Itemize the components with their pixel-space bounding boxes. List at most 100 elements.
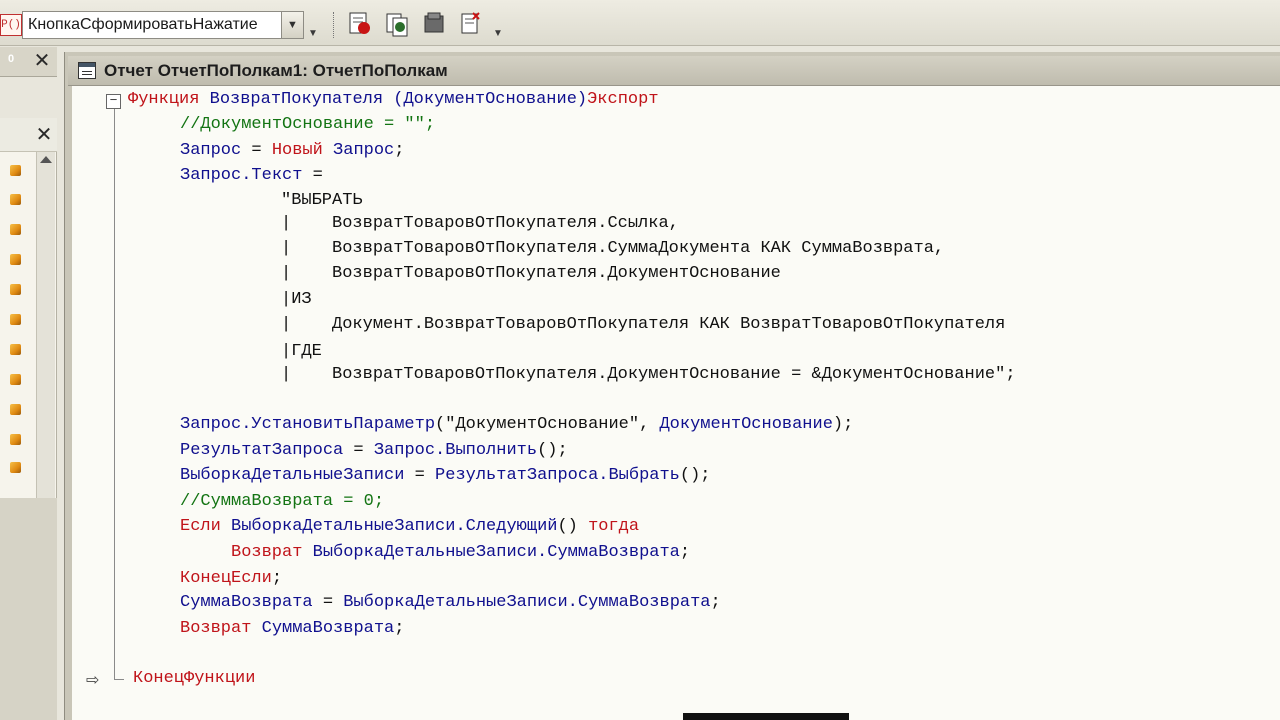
object-cube-icon[interactable] (10, 165, 21, 176)
code-token: ; (271, 569, 283, 588)
code-line[interactable]: Возврат ВыборкаДетальныеЗаписи.СуммаВозв… (231, 543, 690, 563)
procedure-selector-value: КнопкаСформироватьНажатие (28, 16, 258, 33)
code-line[interactable]: Запрос.УстановитьПараметр("ДокументОснов… (180, 415, 853, 435)
code-token: | ВозвратТоваровОтПокупателя.Ссылка, (281, 214, 679, 233)
chevron-down-icon[interactable]: ▼ (281, 12, 303, 38)
toggle-breakpoint-button[interactable] (383, 10, 411, 38)
add-breakpoint-button[interactable] (345, 10, 373, 38)
code-token: РезультатЗапроса (180, 441, 344, 460)
code-token: ); (832, 415, 854, 434)
toolbar: P() КнопкаСформироватьНажатие ▼ ▼ ▼ (0, 0, 1280, 46)
left-dock-empty-area (0, 498, 57, 720)
code-token: Запрос (180, 141, 242, 160)
code-line[interactable]: | ВозвратТоваровОтПокупателя.СуммаДокуме… (281, 239, 944, 259)
object-cube-icon[interactable] (10, 344, 21, 355)
window-title: Отчет ОтчетПоПолкам1: ОтчетПоПолкам (104, 61, 448, 80)
object-cube-icon[interactable] (10, 434, 21, 445)
toolbar-dropdown-arrow-icon[interactable]: ▼ (308, 28, 318, 39)
code-line[interactable]: Запрос = Новый Запрос; (180, 141, 404, 161)
code-token: = (241, 141, 272, 160)
pin-icon[interactable]: 0 (8, 53, 14, 65)
left-dock-header: 0 ✕ (0, 47, 57, 77)
code-token: Если (180, 517, 232, 536)
modules-icon (424, 12, 444, 33)
code-token: Возврат (231, 543, 313, 562)
code-line[interactable]: | Документ.ВозвратТоваровОтПокупателя КА… (281, 315, 1005, 335)
code-token: СуммаВозврата (180, 593, 313, 612)
collapse-icon[interactable]: − (106, 94, 121, 109)
object-cube-icon[interactable] (10, 404, 21, 415)
object-cube-icon[interactable] (10, 462, 21, 473)
code-token: ; (710, 593, 721, 612)
code-line[interactable]: Возврат СуммаВозврата; (180, 619, 404, 639)
code-line[interactable]: //СуммаВозврата = 0; (180, 492, 384, 512)
code-token: РезультатЗапроса.Выбрать (435, 466, 680, 485)
close-icon[interactable]: ✕ (33, 124, 55, 146)
left-tree-panel-header: ✕ (0, 118, 57, 152)
code-token: = (343, 441, 374, 460)
module-list-button[interactable] (420, 10, 448, 38)
code-token: СуммаВозврата (261, 619, 395, 638)
code-token: КонецЕсли (180, 569, 272, 588)
toolbar-more-arrow-icon[interactable]: ▼ (493, 28, 503, 39)
code-line[interactable]: КонецЕсли; (180, 569, 282, 589)
code-line[interactable]: Функция ВозвратПокупателя (ДокументОснов… (128, 90, 659, 110)
code-token: | Документ.ВозвратТоваровОтПокупателя КА… (281, 315, 1006, 334)
breakpoint-list-icon (386, 13, 408, 37)
object-cube-icon[interactable] (10, 194, 21, 205)
code-token: Запрос.УстановитьПараметр (180, 415, 436, 434)
module-window-icon (78, 62, 96, 79)
code-token: |ГДЕ (281, 342, 322, 361)
left-tree-scrollbar[interactable] (36, 152, 55, 498)
code-token: = (404, 466, 436, 485)
code-line[interactable]: |ИЗ (281, 290, 312, 310)
code-token: ; (394, 619, 405, 638)
code-token: тогда (588, 517, 640, 536)
fold-end-marker (114, 670, 124, 680)
edit-syntax-button[interactable] (457, 10, 485, 38)
object-cube-icon[interactable] (10, 374, 21, 385)
code-token: | ВозвратТоваровОтПокупателя.ДокументОсн… (281, 264, 781, 283)
code-token: Запрос.Текст (180, 166, 303, 185)
code-line[interactable]: |ГДЕ (281, 342, 322, 362)
code-token: (); (679, 466, 711, 485)
code-token: Новый (271, 141, 323, 160)
code-token: = (302, 166, 323, 185)
close-icon[interactable]: ✕ (31, 50, 53, 72)
code-token: ВыборкаДетальныеЗаписи (180, 466, 405, 485)
code-token: "ВЫБРАТЬ (281, 191, 363, 210)
procedure-selector[interactable]: КнопкаСформироватьНажатие ▼ (22, 11, 304, 39)
code-line[interactable]: | ВозвратТоваровОтПокупателя.Ссылка, (281, 214, 679, 234)
object-cube-icon[interactable] (10, 284, 21, 295)
code-token: ВыборкаДетальныеЗаписи.СуммаВозврата (312, 543, 680, 562)
code-token: | ВозвратТоваровОтПокупателя.СуммаДокуме… (281, 239, 945, 258)
code-token: //ДокументОснование = ""; (180, 115, 436, 134)
code-line[interactable]: | ВозвратТоваровОтПокупателя.ДокументОсн… (281, 365, 1016, 385)
code-token: //СуммаВозврата = 0; (180, 492, 385, 511)
code-token: ВозвратПокупателя (209, 90, 384, 109)
code-line[interactable]: СуммаВозврата = ВыборкаДетальныеЗаписи.С… (180, 593, 721, 613)
code-token: |ИЗ (281, 290, 312, 309)
code-line[interactable]: КонецФункции (133, 669, 255, 689)
code-line[interactable]: РезультатЗапроса = Запрос.Выполнить(); (180, 441, 568, 461)
window-title-bar[interactable]: Отчет ОтчетПоПолкам1: ОтчетПоПолкам (68, 56, 1280, 86)
code-line[interactable]: "ВЫБРАТЬ (281, 191, 363, 211)
code-token: = (312, 593, 344, 612)
code-token: (); (537, 441, 568, 460)
code-line[interactable]: ВыборкаДетальныеЗаписи = РезультатЗапрос… (180, 466, 711, 486)
object-cube-icon[interactable] (10, 224, 21, 235)
code-line[interactable]: Запрос.Текст = (180, 166, 323, 186)
code-token: КонецФункции (133, 669, 256, 688)
object-cube-icon[interactable] (10, 314, 21, 325)
code-token: | ВозвратТоваровОтПокупателя.ДокументОсн… (281, 365, 1016, 384)
code-line[interactable]: Если ВыборкаДетальныеЗаписи.Следующий() … (180, 517, 639, 537)
code-line[interactable]: //ДокументОснование = ""; (180, 115, 435, 135)
code-token: Функция (128, 90, 210, 109)
scroll-up-icon[interactable] (40, 156, 52, 163)
code-token: ; (679, 543, 691, 562)
code-token: Запрос (333, 141, 395, 160)
object-cube-icon[interactable] (10, 254, 21, 265)
code-token: ("ДокументОснование", (435, 415, 660, 434)
code-line[interactable]: | ВозвратТоваровОтПокупателя.ДокументОсн… (281, 264, 781, 284)
